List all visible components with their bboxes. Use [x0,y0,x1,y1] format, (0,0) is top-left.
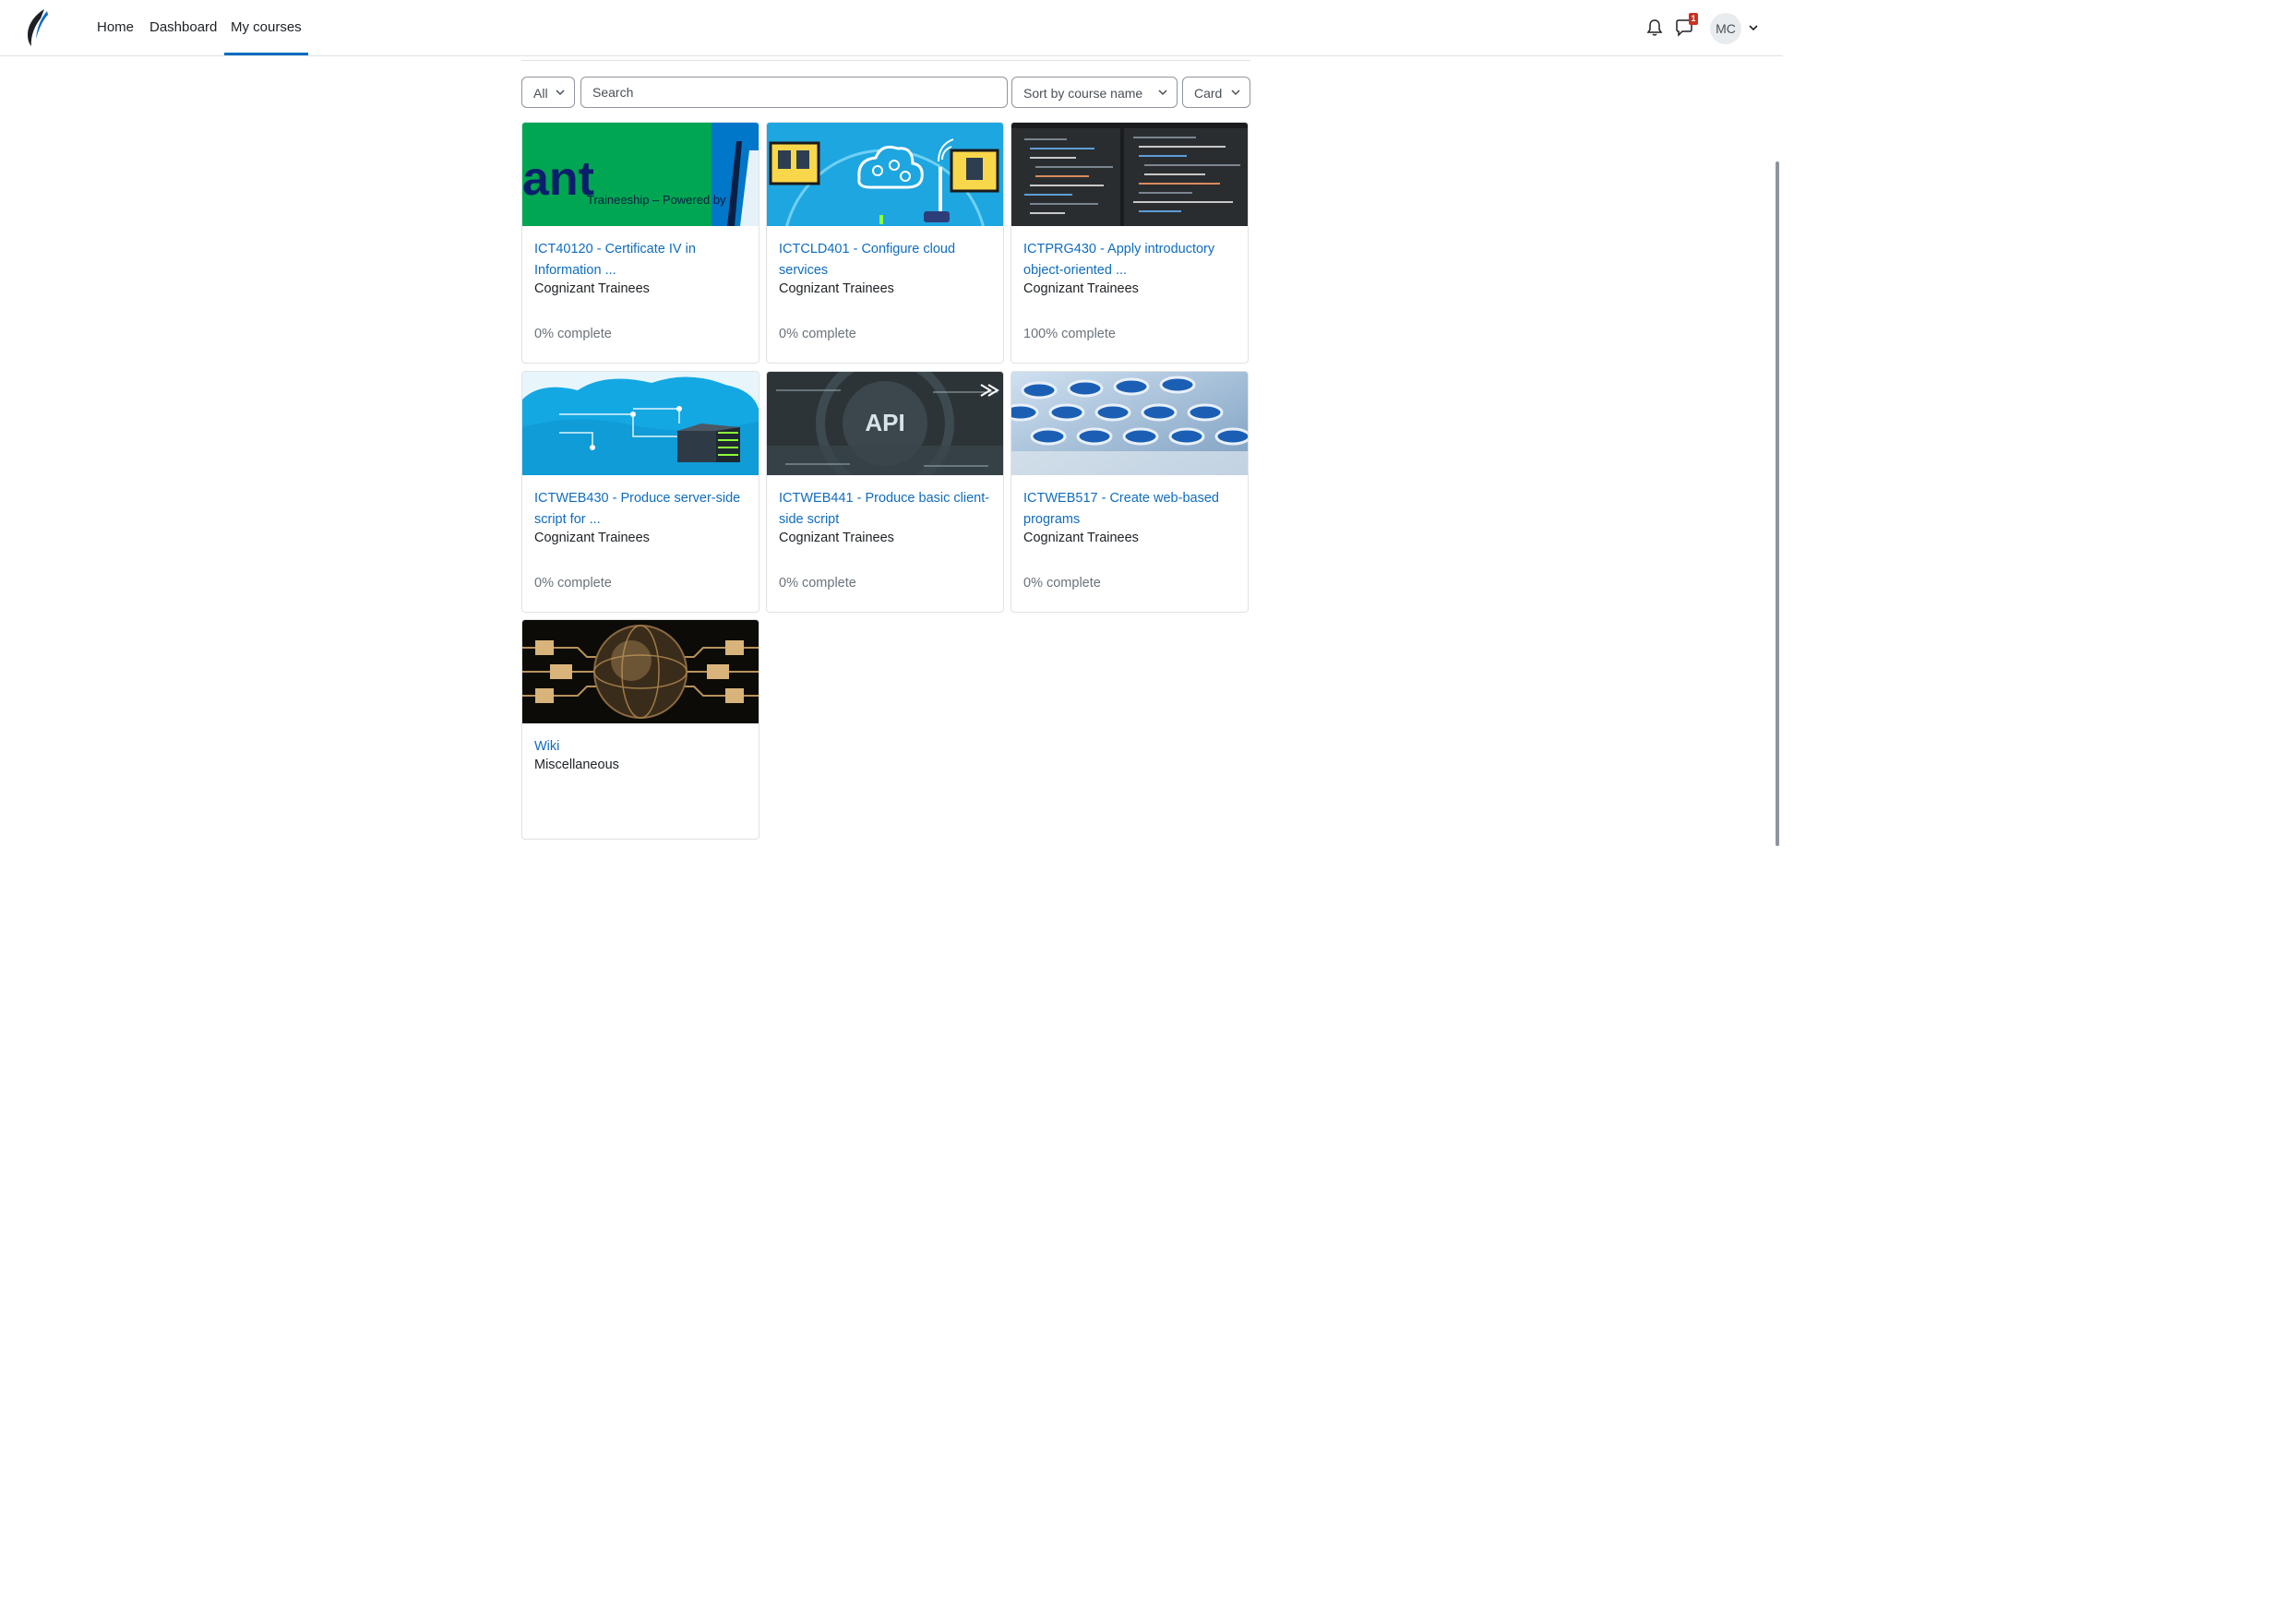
course-card[interactable]: Wiki Miscellaneous [521,619,759,840]
course-card[interactable]: ICTPRG430 - Apply introductory object-or… [1010,122,1249,364]
course-title[interactable]: ICT40120 - Certificate IV in Information… [534,239,748,281]
grouping-dropdown[interactable]: All [521,77,575,108]
chevron-down-icon [1158,90,1167,96]
nav-dashboard[interactable]: Dashboard [149,0,217,55]
bell-icon[interactable] [1644,18,1665,38]
view-dropdown[interactable]: Card [1182,77,1250,108]
sort-value: Sort by course name [1023,86,1143,101]
course-progress: 0% complete [779,327,856,341]
course-image-cloud-server[interactable] [522,372,759,475]
course-title[interactable]: Wiki [534,736,748,758]
banner-text-left: ant [522,152,594,206]
messages-button[interactable]: 1 [1674,13,1698,38]
grouping-value: All [533,86,548,101]
course-card[interactable]: ICTCLD401 - Configure cloud services Cog… [766,122,1004,364]
course-image-hex-keys[interactable] [1011,372,1248,475]
course-progress: 0% complete [534,576,612,591]
sort-dropdown[interactable]: Sort by course name [1011,77,1178,108]
nav-my-courses[interactable]: My courses [224,0,308,55]
top-navbar: Home Dashboard My courses 1 MC [0,0,1783,56]
banner-text-middle: Traineeship – Powered by [587,193,726,207]
course-progress: 0% complete [1023,576,1101,591]
course-category: Miscellaneous [534,758,619,772]
course-title[interactable]: ICTWEB517 - Create web-based programs [1023,488,1238,531]
course-image-traineeship[interactable]: ant Traineeship – Powered by [522,123,759,226]
course-title[interactable]: ICTPRG430 - Apply introductory object-or… [1023,239,1238,281]
nav-home[interactable]: Home [97,0,134,55]
course-image-cloud[interactable] [767,123,1003,226]
course-progress: 0% complete [534,327,612,341]
course-title[interactable]: ICTCLD401 - Configure cloud services [779,239,993,281]
course-progress: 100% complete [1023,327,1116,341]
course-title[interactable]: ICTWEB441 - Produce basic client-side sc… [779,488,993,531]
divider [521,60,1250,61]
course-title[interactable]: ICTWEB430 - Produce server-side script f… [534,488,748,531]
course-category: Cognizant Trainees [779,531,894,545]
course-card[interactable]: API ICTWEB441 - Produce basic client-sid… [766,371,1004,613]
course-category: Cognizant Trainees [1023,531,1139,545]
course-card[interactable]: ICTWEB517 - Create web-based programs Co… [1010,371,1249,613]
course-image-code[interactable] [1011,123,1248,226]
api-text: API [865,409,904,436]
course-category: Cognizant Trainees [534,531,650,545]
messages-badge: 1 [1689,13,1698,25]
course-image-circuit-globe[interactable] [522,620,759,723]
chevron-down-icon[interactable] [1749,23,1758,32]
chevron-down-icon [1231,90,1240,96]
course-image-api[interactable]: API [767,372,1003,475]
course-card[interactable]: ant Traineeship – Powered by ICT40120 - … [521,122,759,364]
search-input[interactable] [580,77,1008,108]
view-value: Card [1194,86,1223,101]
course-progress: 0% complete [779,576,856,591]
course-category: Cognizant Trainees [534,281,650,296]
app-window: Home Dashboard My courses 1 MC All Sort … [0,0,1783,904]
chevron-down-icon [556,90,565,96]
course-category: Cognizant Trainees [779,281,894,296]
course-card[interactable]: ICTWEB430 - Produce server-side script f… [521,371,759,613]
user-avatar[interactable]: MC [1710,13,1741,44]
scrollbar[interactable] [1776,161,1779,846]
course-category: Cognizant Trainees [1023,281,1139,296]
site-logo[interactable] [22,7,50,48]
